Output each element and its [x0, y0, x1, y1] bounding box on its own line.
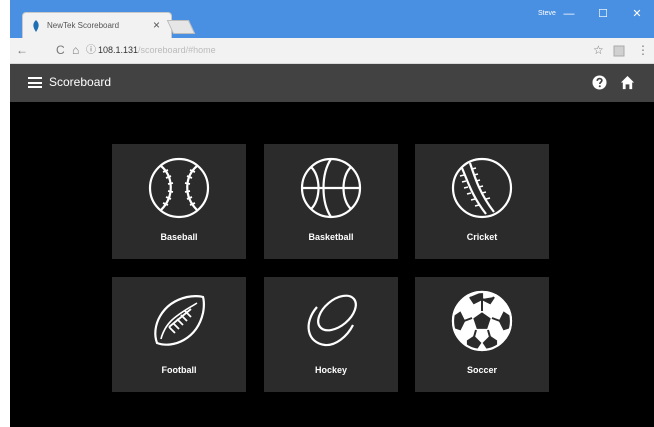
browser-menu-icon[interactable]: ⋮ — [637, 42, 649, 58]
sport-tile-hockey[interactable]: Hockey — [264, 277, 398, 392]
sport-label: Baseball — [160, 232, 198, 242]
extension-icon[interactable] — [613, 45, 625, 57]
baseball-icon — [148, 157, 210, 219]
browser-titlebar: NewTek Scoreboard × Steve — ☐ ✕ — [10, 0, 654, 38]
hamburger-menu-icon[interactable] — [28, 77, 42, 88]
tab-title: NewTek Scoreboard — [47, 21, 120, 30]
sport-tile-cricket[interactable]: Cricket — [415, 144, 549, 259]
url-path: /scoreboard/#home — [138, 45, 216, 55]
minimize-icon[interactable]: — — [556, 5, 582, 23]
browser-window: NewTek Scoreboard × Steve — ☐ ✕ ← C ⌂ ⓘ … — [0, 0, 654, 427]
home-icon[interactable] — [620, 75, 635, 90]
maximize-icon[interactable]: ☐ — [590, 5, 616, 23]
close-window-icon[interactable]: ✕ — [624, 5, 650, 23]
sport-tile-baseball[interactable]: Baseball — [112, 144, 246, 259]
basketball-icon — [300, 157, 362, 219]
browser-tab[interactable]: NewTek Scoreboard × — [22, 12, 172, 38]
profile-name[interactable]: Steve — [538, 10, 556, 17]
hockey-puck-icon — [307, 294, 357, 347]
cricket-icon — [451, 157, 513, 219]
bookmark-star-icon[interactable]: ☆ — [593, 42, 604, 58]
favicon-icon — [33, 20, 39, 32]
app-bar: Scoreboard — [10, 64, 654, 102]
soccer-icon — [451, 290, 513, 352]
sport-label: Football — [161, 365, 197, 375]
sport-label: Soccer — [466, 365, 498, 375]
sport-label: Hockey — [314, 365, 348, 375]
sport-label: Cricket — [466, 232, 498, 242]
sport-tile-soccer[interactable]: Soccer — [415, 277, 549, 392]
url-host: 108.1.131 — [98, 45, 139, 55]
sport-label: Basketball — [308, 232, 354, 242]
scoreboard-app: Scoreboard Baseball Basketball Cricket F… — [10, 64, 654, 427]
sport-tile-basketball[interactable]: Basketball — [264, 144, 398, 259]
site-info-icon[interactable]: ⓘ — [86, 43, 96, 59]
address-toolbar: ← C ⌂ ⓘ 108.1.131/scoreboard/#home ☆ ⋮ — [10, 38, 654, 64]
tab-close-icon[interactable]: × — [153, 17, 160, 33]
help-icon[interactable] — [592, 75, 607, 90]
back-icon[interactable]: ← — [16, 42, 28, 58]
address-bar[interactable]: 108.1.131/scoreboard/#home — [98, 45, 216, 55]
sport-tile-football[interactable]: Football — [112, 277, 246, 392]
football-icon — [154, 295, 205, 346]
app-title: Scoreboard — [49, 75, 112, 89]
home-nav-icon[interactable]: ⌂ — [72, 42, 79, 58]
reload-icon[interactable]: C — [56, 42, 65, 58]
